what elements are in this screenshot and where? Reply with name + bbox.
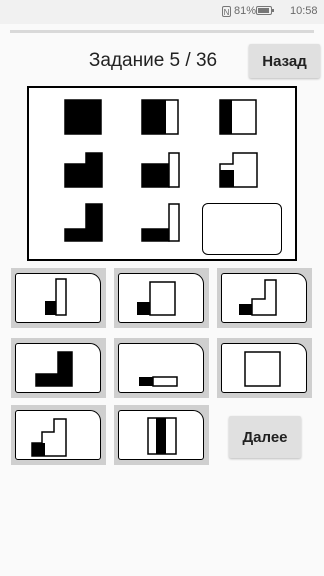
option-card xyxy=(221,343,307,393)
option-card xyxy=(118,410,204,460)
status-bar: N 81% 10:58 xyxy=(0,0,324,24)
option-card xyxy=(15,410,101,460)
matrix-cell-r1c3 xyxy=(219,99,257,135)
option-card xyxy=(15,273,101,323)
option-3[interactable] xyxy=(217,268,312,328)
option-card xyxy=(118,343,204,393)
option-4[interactable] xyxy=(11,338,106,398)
option-8[interactable] xyxy=(114,405,209,465)
matrix-cell-r2c2 xyxy=(141,152,181,188)
matrix-cell-r2c1 xyxy=(64,152,104,188)
option-2[interactable] xyxy=(114,268,209,328)
back-button[interactable]: Назад xyxy=(249,44,320,78)
answer-slot xyxy=(202,203,282,255)
matrix-cell-r1c1 xyxy=(64,99,102,135)
option-7[interactable] xyxy=(11,405,106,465)
matrix-cell-r3c2 xyxy=(141,203,181,243)
progress-divider xyxy=(10,30,314,33)
option-6[interactable] xyxy=(217,338,312,398)
matrix-cell-r3c1 xyxy=(64,203,104,243)
option-1[interactable] xyxy=(11,268,106,328)
battery-icon xyxy=(256,6,274,15)
page-title: Задание 5 / 36 xyxy=(88,50,218,71)
option-card xyxy=(118,273,204,323)
option-card xyxy=(15,343,101,393)
nfc-icon: N xyxy=(222,6,231,17)
matrix-cell-r1c2 xyxy=(141,99,179,135)
matrix-cell-r2c3 xyxy=(219,152,259,188)
option-5[interactable] xyxy=(114,338,209,398)
option-card xyxy=(221,273,307,323)
next-button[interactable]: Далее xyxy=(229,416,301,458)
status-time: 10:58 xyxy=(290,5,318,17)
battery-percent: 81% xyxy=(234,5,257,17)
